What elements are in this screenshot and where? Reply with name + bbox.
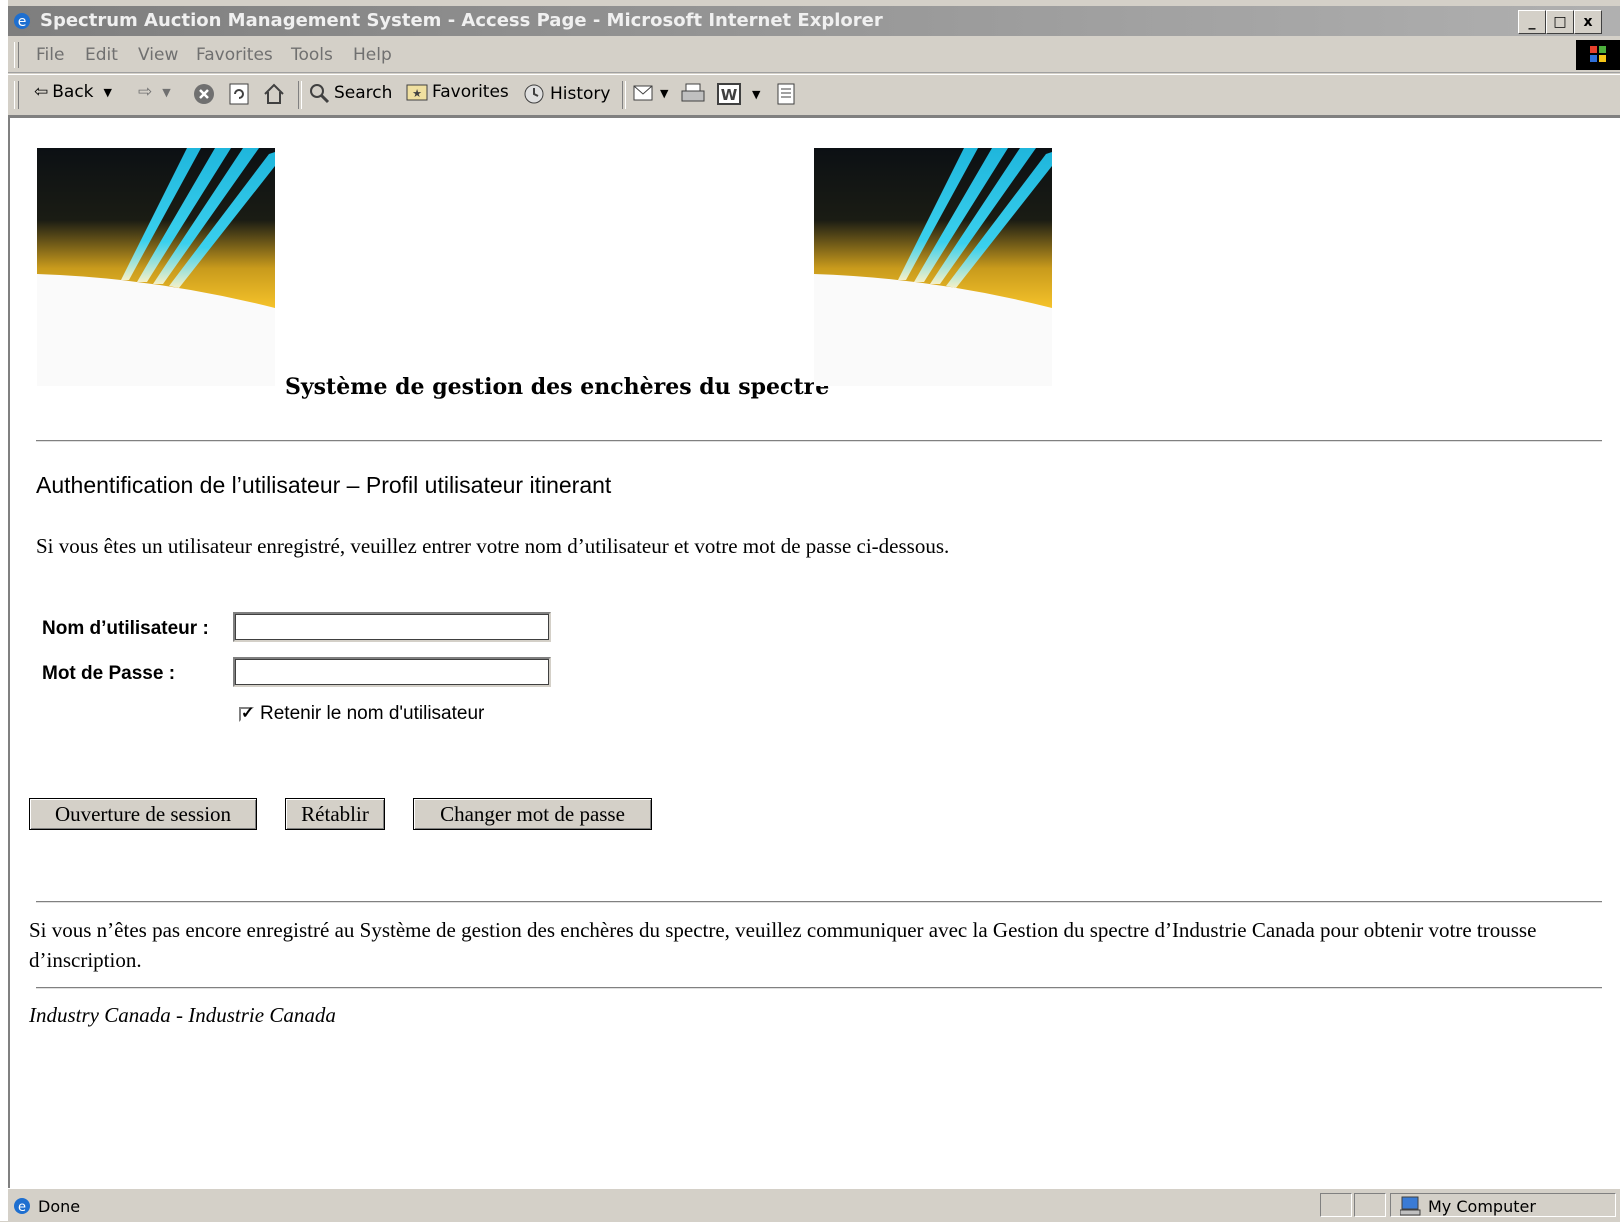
favorites-button[interactable]: ★ Favorites [406,82,509,102]
close-button[interactable]: x [1574,10,1602,34]
spectrum-logo-right [814,148,1052,386]
stop-icon [194,84,214,104]
history-label: History [550,84,611,104]
password-label: Mot de Passe : [42,663,176,684]
status-bar: e Done My Computer [8,1188,1620,1222]
history-icon [524,84,544,104]
change-password-button[interactable]: Changer mot de passe [413,798,652,830]
window-left-edge [0,0,8,1221]
mail-icon [633,85,653,101]
menu-tools[interactable]: Tools [291,45,333,65]
stop-button[interactable] [192,82,216,106]
menu-file[interactable]: File [36,45,64,65]
refresh-button[interactable] [228,82,250,106]
ie-logo-icon: e [14,13,30,30]
edit-dropdown-icon[interactable]: ▼ [752,88,760,101]
page-content: Système de gestion des enchères du spect… [8,116,1620,1188]
page-icon: e [14,1198,30,1215]
history-button[interactable]: History [522,82,610,106]
search-button[interactable]: Search [308,82,392,104]
standard-toolbar: ⇦ Back ▼ ⇨ ▼ Search ★ Favorites History ▼ W… [8,74,1620,116]
menu-bar: File Edit View Favorites Tools Help [8,38,1620,73]
menu-help[interactable]: Help [353,45,392,65]
forward-button[interactable]: ⇨ ▼ [138,82,171,102]
system-name: Système de gestion des enchères du spect… [285,374,830,400]
page-heading: Authentification de l’utilisateur – Prof… [36,472,612,498]
remember-checkbox[interactable] [239,703,254,723]
menu-favorites[interactable]: Favorites [196,45,273,65]
remember-username[interactable]: Retenir le nom d'utilisateur [239,703,484,725]
maximize-button[interactable]: □ [1546,10,1574,34]
username-label: Nom d’utilisateur : [42,618,209,639]
search-icon [310,84,330,104]
forward-dropdown-icon[interactable]: ▼ [162,86,170,99]
discuss-button[interactable] [776,82,796,106]
divider-top [36,440,1602,442]
refresh-icon [229,83,249,105]
mail-dropdown-icon[interactable]: ▼ [660,87,668,100]
svg-text:W: W [721,86,738,104]
minimize-button[interactable]: _ [1518,10,1546,34]
search-label: Search [334,83,393,103]
discuss-icon [777,83,795,105]
forward-arrow-icon: ⇨ [138,82,153,102]
login-button[interactable]: Ouverture de session [29,798,257,830]
status-text-area: e Done [12,1196,80,1216]
back-dropdown-icon[interactable]: ▼ [104,86,112,99]
password-field[interactable] [233,657,551,687]
zone-indicator: My Computer [1400,1196,1536,1216]
title-bar: e Spectrum Auction Management System - A… [8,6,1620,36]
computer-icon [1400,1196,1421,1216]
toolbar-grip [14,81,19,109]
divider-bottom [36,987,1602,989]
username-field[interactable] [233,612,551,642]
edit-word-button[interactable]: W ▼ [716,82,760,106]
zone-label: My Computer [1428,1196,1536,1216]
print-icon [681,83,705,102]
spectrum-logo-left [37,148,275,386]
favorites-icon: ★ [406,84,428,101]
home-icon [264,83,284,104]
registration-note: Si vous n’êtes pas encore enregistré au … [29,918,1537,972]
windows-logo-icon [1576,40,1620,70]
menu-edit[interactable]: Edit [85,45,118,65]
intro-text: Si vous êtes un utilisateur enregistré, … [36,534,950,558]
svg-text:e: e [18,1200,26,1215]
footer-copyright: Industry Canada - Industrie Canada [29,1003,336,1027]
back-label: Back [52,82,94,102]
print-button[interactable] [680,82,706,104]
mail-button[interactable]: ▼ [632,82,668,104]
divider-middle [36,901,1602,903]
back-arrow-icon: ⇦ [34,82,49,102]
status-panel [1320,1193,1352,1217]
status-panel [1354,1193,1386,1217]
svg-text:e: e [18,14,27,30]
menu-grip [14,42,19,68]
home-button[interactable] [262,82,286,106]
reset-button[interactable]: Rétablir [285,798,385,830]
favorites-label: Favorites [432,82,509,102]
menu-view[interactable]: View [138,45,178,65]
toolbar-separator [298,81,302,109]
back-button[interactable]: ⇦ Back ▼ [34,82,112,102]
toolbar-separator [622,81,626,109]
word-icon: W [717,83,741,105]
window-title: Spectrum Auction Management System - Acc… [40,10,883,31]
remember-label: Retenir le nom d'utilisateur [260,703,485,724]
status-text: Done [38,1196,81,1216]
svg-text:★: ★ [412,87,422,100]
